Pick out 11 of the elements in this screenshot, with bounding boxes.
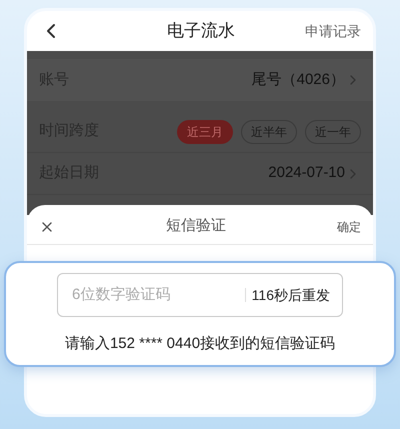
code-input[interactable]: 6位数字验证码 xyxy=(72,284,245,306)
resend-countdown[interactable]: 116秒后重发 xyxy=(252,284,330,306)
row-value[interactable]: 2024-07-10 xyxy=(268,162,345,185)
apply-record-link[interactable]: 申请记录 xyxy=(305,20,361,42)
row-value[interactable]: 尾号（4026） xyxy=(252,68,345,92)
confirm-button[interactable]: 确定 xyxy=(337,218,361,236)
sms-hint: 请输入152 **** 0440接收到的短信验证码 xyxy=(64,334,336,354)
sheet-title: 短信验证 xyxy=(165,216,227,236)
time-span-chip[interactable]: 近三月 xyxy=(177,120,233,144)
code-field[interactable]: 6位数字验证码 116秒后重发 xyxy=(57,273,343,317)
page-title: 电子流水 xyxy=(166,20,236,42)
